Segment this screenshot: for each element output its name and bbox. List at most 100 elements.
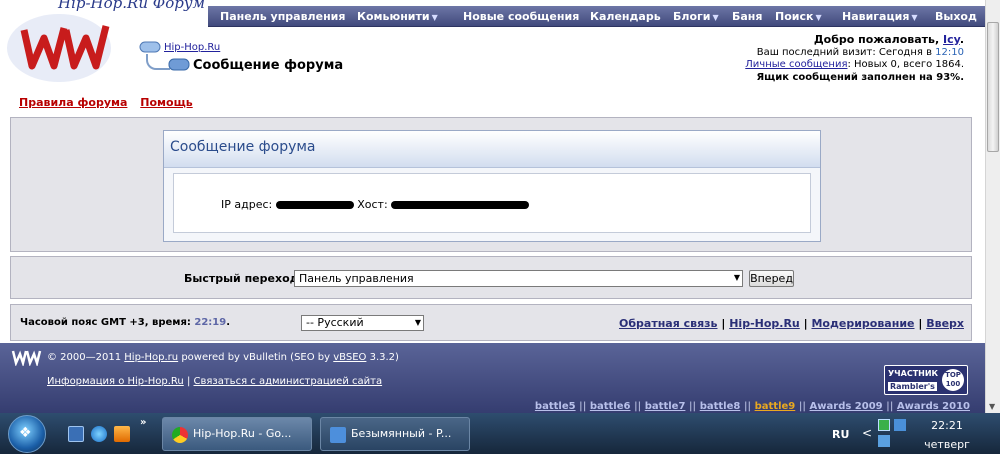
welcome-suffix: . <box>959 33 964 46</box>
user-welcome-box: Добро пожаловать, Icy. Ваш последний виз… <box>745 33 964 84</box>
link-separator: || <box>743 401 752 412</box>
taskbar-task-paint[interactable]: Безымянный - P... <box>320 417 470 451</box>
link-separator: || <box>688 401 697 412</box>
link-separator: || <box>886 401 894 412</box>
page-title: Сообщение форума <box>193 58 344 73</box>
battle7-link[interactable]: battle7 <box>645 401 686 412</box>
info-links: Информация о Hip-Hop.Ru | Связаться с ад… <box>47 376 382 387</box>
battle9-link[interactable]: battle9 <box>755 401 796 412</box>
site-info-link[interactable]: Информация о Hip-Hop.Ru <box>47 376 184 387</box>
nav-item-blogs[interactable]: Блоги ▼ <box>673 10 719 23</box>
nav-item-banya[interactable]: Баня <box>732 10 762 23</box>
taskbar-task-chrome[interactable]: Hip-Hop.Ru - Go... <box>162 417 312 451</box>
site-logo[interactable] <box>4 8 124 88</box>
copyright-site-link[interactable]: Hip-Hop.ru <box>124 352 178 363</box>
nav-item-blogs-label: Блоги <box>673 10 711 23</box>
feedback-link[interactable]: Обратная связь <box>619 317 718 330</box>
language-select[interactable]: -- Русский ▼ <box>301 315 424 331</box>
chevron-down-icon: ▼ <box>431 13 438 22</box>
last-visit-prefix: Ваш последний визит: Сегодня в <box>756 46 932 58</box>
last-visit: Ваш последний визит: Сегодня в 12:10 <box>745 47 964 60</box>
footer-logo-icon <box>11 350 42 366</box>
tray-expand-icon[interactable]: < <box>862 426 872 440</box>
pm-stats: : Новых 0, всего 1864. <box>847 59 964 70</box>
copyright-line: © 2000—2011 Hip-Hop.ru powered by vBulle… <box>47 352 399 363</box>
nav-item-new-posts[interactable]: Новые сообщения <box>463 10 579 23</box>
vbseo-version: 3.3.2) <box>369 352 399 363</box>
battle-links: battle5 || battle6 || battle7 || battle8… <box>535 401 970 412</box>
link-separator: | <box>803 317 808 330</box>
taskbar-clock[interactable]: 22:21 четверг <box>924 416 970 454</box>
badge-circle-bottom: 100 <box>945 380 961 388</box>
nav-item-logout[interactable]: Выход <box>935 10 977 23</box>
media-player-icon[interactable] <box>114 426 130 442</box>
internet-explorer-icon[interactable] <box>91 426 107 442</box>
nav-item-search[interactable]: Поиск ▼ <box>775 10 822 23</box>
link-separator: || <box>633 401 642 412</box>
contact-admin-link[interactable]: Связаться с администрацией сайта <box>194 376 383 387</box>
vbseo-link[interactable]: vBSEO <box>333 352 366 363</box>
go-button[interactable]: Вперед <box>749 270 794 287</box>
rambler-top100-badge[interactable]: УЧАСТНИК Rambler's TOP 100 <box>884 365 968 395</box>
tray-app-icon[interactable] <box>878 419 890 431</box>
link-separator: | <box>186 376 191 387</box>
network-icon[interactable] <box>894 419 906 431</box>
footer-links: Обратная связь | Hip-Hop.Ru | Модерирова… <box>619 317 964 330</box>
powered-by-text: powered by vBulletin (SEO by <box>181 352 331 363</box>
quick-jump-select[interactable]: Панель управления ▼ <box>294 270 743 287</box>
chevron-down-icon: ▼ <box>414 318 421 327</box>
link-separator: || <box>798 401 807 412</box>
network-status-icon[interactable] <box>878 435 890 447</box>
username-link[interactable]: Icy <box>943 33 960 46</box>
chevron-down-icon: ▼ <box>712 13 719 22</box>
nav-item-navigation[interactable]: Навигация ▼ <box>842 10 918 23</box>
quick-launch-overflow[interactable]: » <box>140 417 146 428</box>
private-messages-link[interactable]: Личные сообщения <box>745 59 847 70</box>
timezone-prefix: Часовой пояс GMT +3, время: <box>20 317 191 328</box>
nav-strip: Панель управления Комьюнити ▼ Новые сообщ… <box>208 6 985 27</box>
breadcrumb-connector <box>146 54 170 70</box>
host-label: Хост: <box>357 198 388 211</box>
site-link[interactable]: Hip-Hop.Ru <box>729 317 800 330</box>
pm-line: Личные сообщения: Новых 0, всего 1864. <box>745 59 964 72</box>
help-link[interactable]: Помощь <box>140 96 192 109</box>
top-link[interactable]: Вверх <box>926 317 964 330</box>
nav-item-search-label: Поиск <box>775 10 814 23</box>
link-separator: | <box>721 317 726 330</box>
last-visit-time: 12:10 <box>935 46 964 58</box>
speech-bubble-icon <box>168 58 190 71</box>
nav-item-community[interactable]: Комьюнити ▼ <box>357 10 438 23</box>
breadcrumb-root-link[interactable]: Hip-Hop.Ru <box>164 42 220 53</box>
vertical-scrollbar[interactable]: ▼ <box>985 0 1000 413</box>
start-button[interactable]: ❖ <box>8 415 46 453</box>
language-indicator[interactable]: RU <box>832 428 849 441</box>
chevron-down-icon: ▼ <box>815 13 822 22</box>
nav-item-calendar[interactable]: Календарь <box>590 10 661 23</box>
nav-item-navigation-label: Навигация <box>842 10 910 23</box>
badge-circle: TOP 100 <box>942 369 964 391</box>
paint-icon <box>330 427 346 443</box>
nav-item-control-panel[interactable]: Панель управления <box>220 10 345 23</box>
top-navbar: Hip-Hop.Ru Форум Панель управления Комью… <box>0 0 985 27</box>
awards-2009-link[interactable]: Awards 2009 <box>810 401 883 412</box>
task-label-chrome: Hip-Hop.Ru - Go... <box>193 427 292 440</box>
mailbox-full-notice: Ящик сообщений заполнен на 93%. <box>756 71 964 83</box>
taskbar: ❖ » Hip-Hop.Ru - Go... Безымянный - P...… <box>0 413 1000 454</box>
battle5-link[interactable]: battle5 <box>535 401 576 412</box>
forum-rules-link[interactable]: Правила форума <box>19 96 127 109</box>
language-selected: -- Русский <box>306 316 364 329</box>
speech-bubble-icon <box>139 41 161 53</box>
battle6-link[interactable]: battle6 <box>590 401 631 412</box>
show-desktop-icon[interactable] <box>68 426 84 442</box>
awards-2010-link[interactable]: Awards 2010 <box>897 401 970 412</box>
chevron-down-icon: ▼ <box>733 273 740 282</box>
welcome-line: Добро пожаловать, Icy. <box>745 33 964 47</box>
moderation-link[interactable]: Модерирование <box>811 317 914 330</box>
task-label-paint: Безымянный - P... <box>351 427 452 440</box>
battle8-link[interactable]: battle8 <box>700 401 741 412</box>
scroll-down-arrow-icon[interactable]: ▼ <box>989 402 995 411</box>
redacted-host <box>391 201 530 209</box>
message-box-title: Сообщение форума <box>164 131 820 168</box>
site-footer: © 2000—2011 Hip-Hop.ru powered by vBulle… <box>0 343 985 413</box>
scrollbar-thumb[interactable] <box>987 22 999 152</box>
